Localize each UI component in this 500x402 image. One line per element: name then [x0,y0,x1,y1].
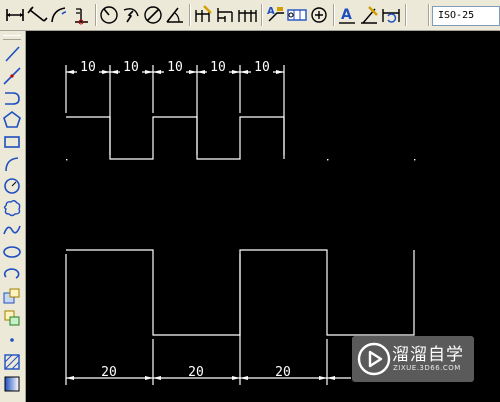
circle-icon[interactable] [1,175,23,197]
diameter-icon[interactable] [142,4,164,26]
spline-icon[interactable] [1,219,23,241]
ellipse-arc-icon[interactable] [1,263,23,285]
jogged-icon[interactable] [120,4,142,26]
dimension-text[interactable]: 10 [167,60,183,75]
dimension-text[interactable]: 10 [210,60,226,75]
top-square-wave [66,116,285,160]
arc-length-icon[interactable] [48,4,70,26]
dimension-toolbar: A A ISO-25 [0,0,500,31]
gradient-icon[interactable] [1,373,23,395]
make-block-icon[interactable] [1,307,23,329]
dimension-text-edit-icon[interactable] [358,4,380,26]
quick-leader-icon[interactable]: A [264,4,286,26]
quick-dimension-icon[interactable] [192,4,214,26]
ordinate-icon[interactable] [70,4,92,26]
revision-cloud-icon[interactable] [1,197,23,219]
svg-text:A: A [341,7,352,23]
dimension-text[interactable]: 20 [275,365,291,380]
arc-icon[interactable] [1,153,23,175]
dimension-text[interactable]: 20 [188,365,204,380]
baseline-icon[interactable] [214,4,236,26]
continue-icon[interactable] [236,4,258,26]
dimension-edit-icon[interactable]: A [336,4,358,26]
dimension-text[interactable]: 10 [123,60,139,75]
center-mark-icon[interactable] [308,4,330,26]
watermark: 溜溜自学 ZIXUE.3D66.COM [352,336,474,382]
dimension-update-icon[interactable] [380,4,402,26]
hatch-icon[interactable] [1,351,23,373]
svg-text:A: A [267,6,275,17]
line-icon[interactable] [1,43,23,65]
dimension-text[interactable]: 20 [101,365,117,380]
dimension-style-select[interactable]: ISO-25 [432,6,500,26]
watermark-subtitle: ZIXUE.3D66.COM [393,364,461,372]
dimension-text[interactable]: 10 [254,60,270,75]
ellipse-icon[interactable] [1,241,23,263]
play-logo-icon [357,342,391,376]
rectangle-icon[interactable] [1,131,23,153]
dimension-text[interactable]: 10 [80,60,96,75]
radius-icon[interactable] [98,4,120,26]
angular-icon[interactable] [164,4,186,26]
aligned-dimension-icon[interactable] [26,4,48,26]
tolerance-icon[interactable] [286,4,308,26]
insert-block-icon[interactable] [1,285,23,307]
draw-toolbar [0,31,26,402]
point-icon[interactable] [1,329,23,351]
polygon-icon[interactable] [1,109,23,131]
watermark-title: 溜溜自学 [392,345,464,365]
linear-dimension-icon[interactable] [4,4,26,26]
construction-line-icon[interactable] [1,65,23,87]
polyline-icon[interactable] [1,87,23,109]
top-extension-lines [65,65,285,155]
